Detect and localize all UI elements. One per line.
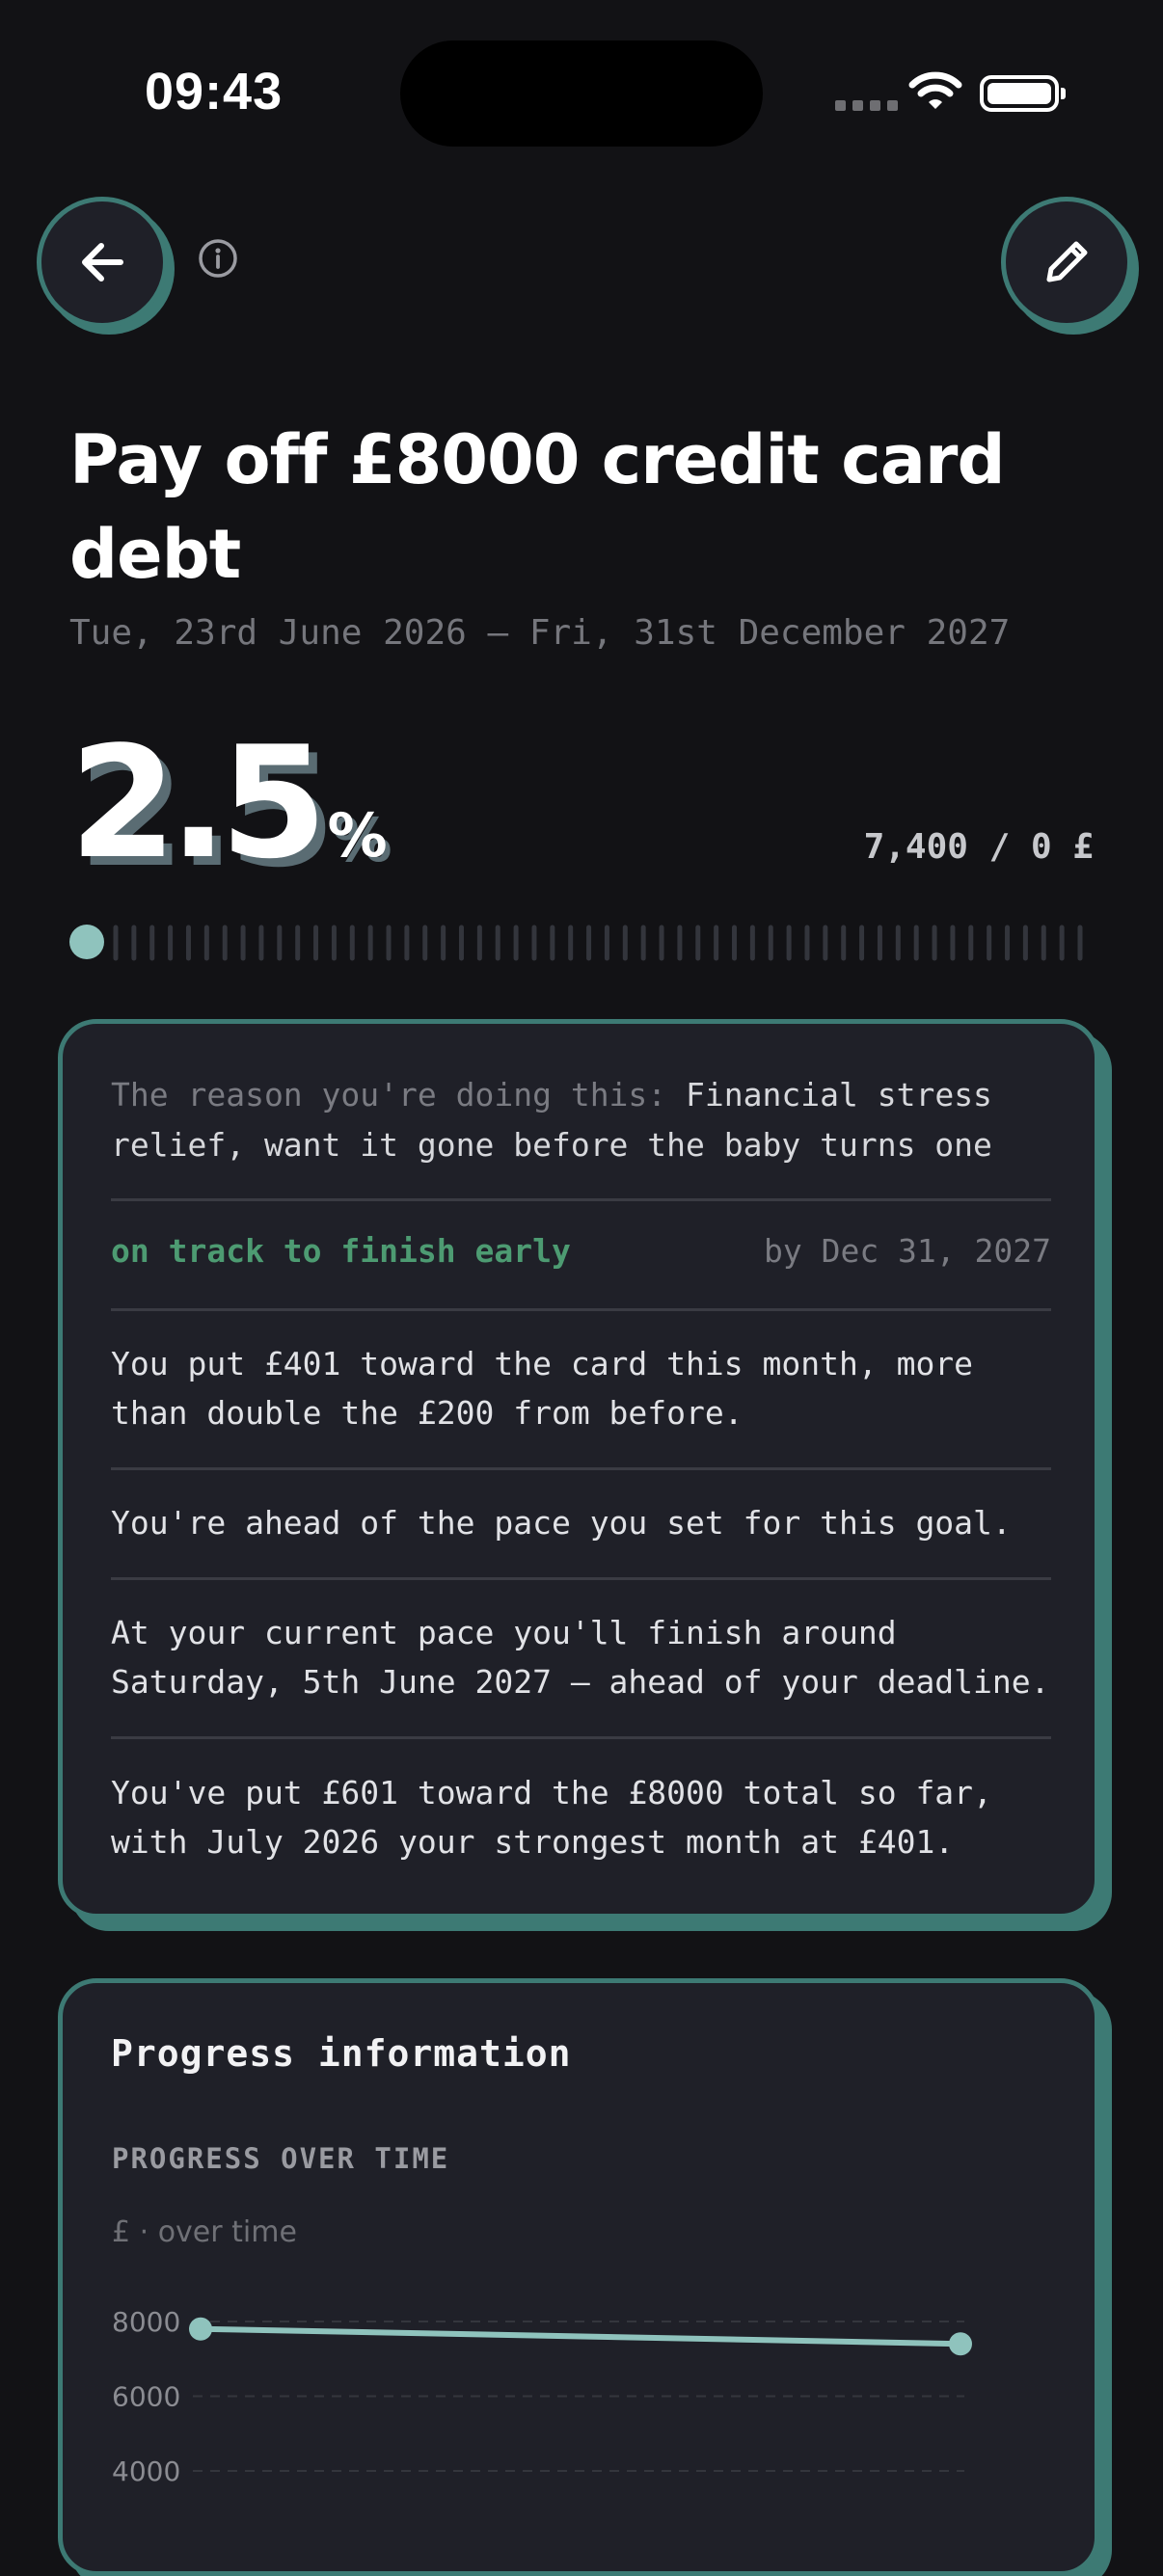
info-circle-icon[interactable] [197, 237, 239, 280]
goal-date-range: Tue, 23rd June 2026 — Fri, 31st December… [69, 613, 1011, 653]
progress-percent: 2.5 % [69, 712, 388, 893]
data-point [949, 2332, 972, 2356]
pencil-icon [1046, 241, 1088, 282]
progress-card-title: Progress information [111, 2032, 572, 2075]
insight-item: At your current pace you'll finish aroun… [111, 1614, 1050, 1701]
arrow-left-icon [82, 243, 123, 282]
data-point [189, 2317, 212, 2341]
battery-icon [980, 75, 1066, 112]
insight-item: You're ahead of the pace you set for thi… [111, 1504, 1012, 1542]
divider [111, 1308, 1051, 1311]
divider [111, 1577, 1051, 1580]
reason-label: The reason you're doing this: [111, 1076, 667, 1114]
goal-title: Pay off £8000 credit card debt [69, 420, 1006, 594]
divider [111, 1467, 1051, 1470]
chart-unit-label: £ · over time [112, 2215, 297, 2249]
y-tick-label: 4000 [112, 2455, 180, 2487]
insight-item: You put £401 toward the card this month,… [111, 1345, 974, 1432]
divider [111, 1736, 1051, 1739]
edit-button[interactable] [1001, 197, 1132, 328]
percent-value: 2.5 [69, 712, 327, 893]
status-time: 09:43 [145, 63, 284, 121]
dynamic-island [400, 40, 763, 147]
y-tick-label: 8000 [112, 2306, 180, 2338]
amount-remaining: 7,400 / 0 £ [863, 827, 1094, 867]
cellular-signal-icon [835, 100, 898, 111]
y-tick-label: 6000 [112, 2381, 180, 2413]
chart-subtitle: PROGRESS OVER TIME [112, 2142, 450, 2175]
divider [111, 1198, 1051, 1201]
status-on-track: on track to finish early [111, 1232, 571, 1270]
series-line [198, 2325, 963, 2348]
wifi-icon [908, 71, 962, 109]
goal-reason: The reason you're doing this: Financial … [111, 1070, 1056, 1170]
percent-sign: % [327, 800, 388, 871]
deadline-text: by Dec 31, 2027 [763, 1232, 1051, 1270]
progress-tick-bar [113, 925, 1083, 961]
insight-item: You've put £601 toward the £8000 total s… [111, 1774, 992, 1861]
back-button[interactable] [37, 197, 168, 328]
progress-marker [69, 925, 104, 959]
progress-line-chart: 8000 6000 4000 [112, 2306, 972, 2487]
